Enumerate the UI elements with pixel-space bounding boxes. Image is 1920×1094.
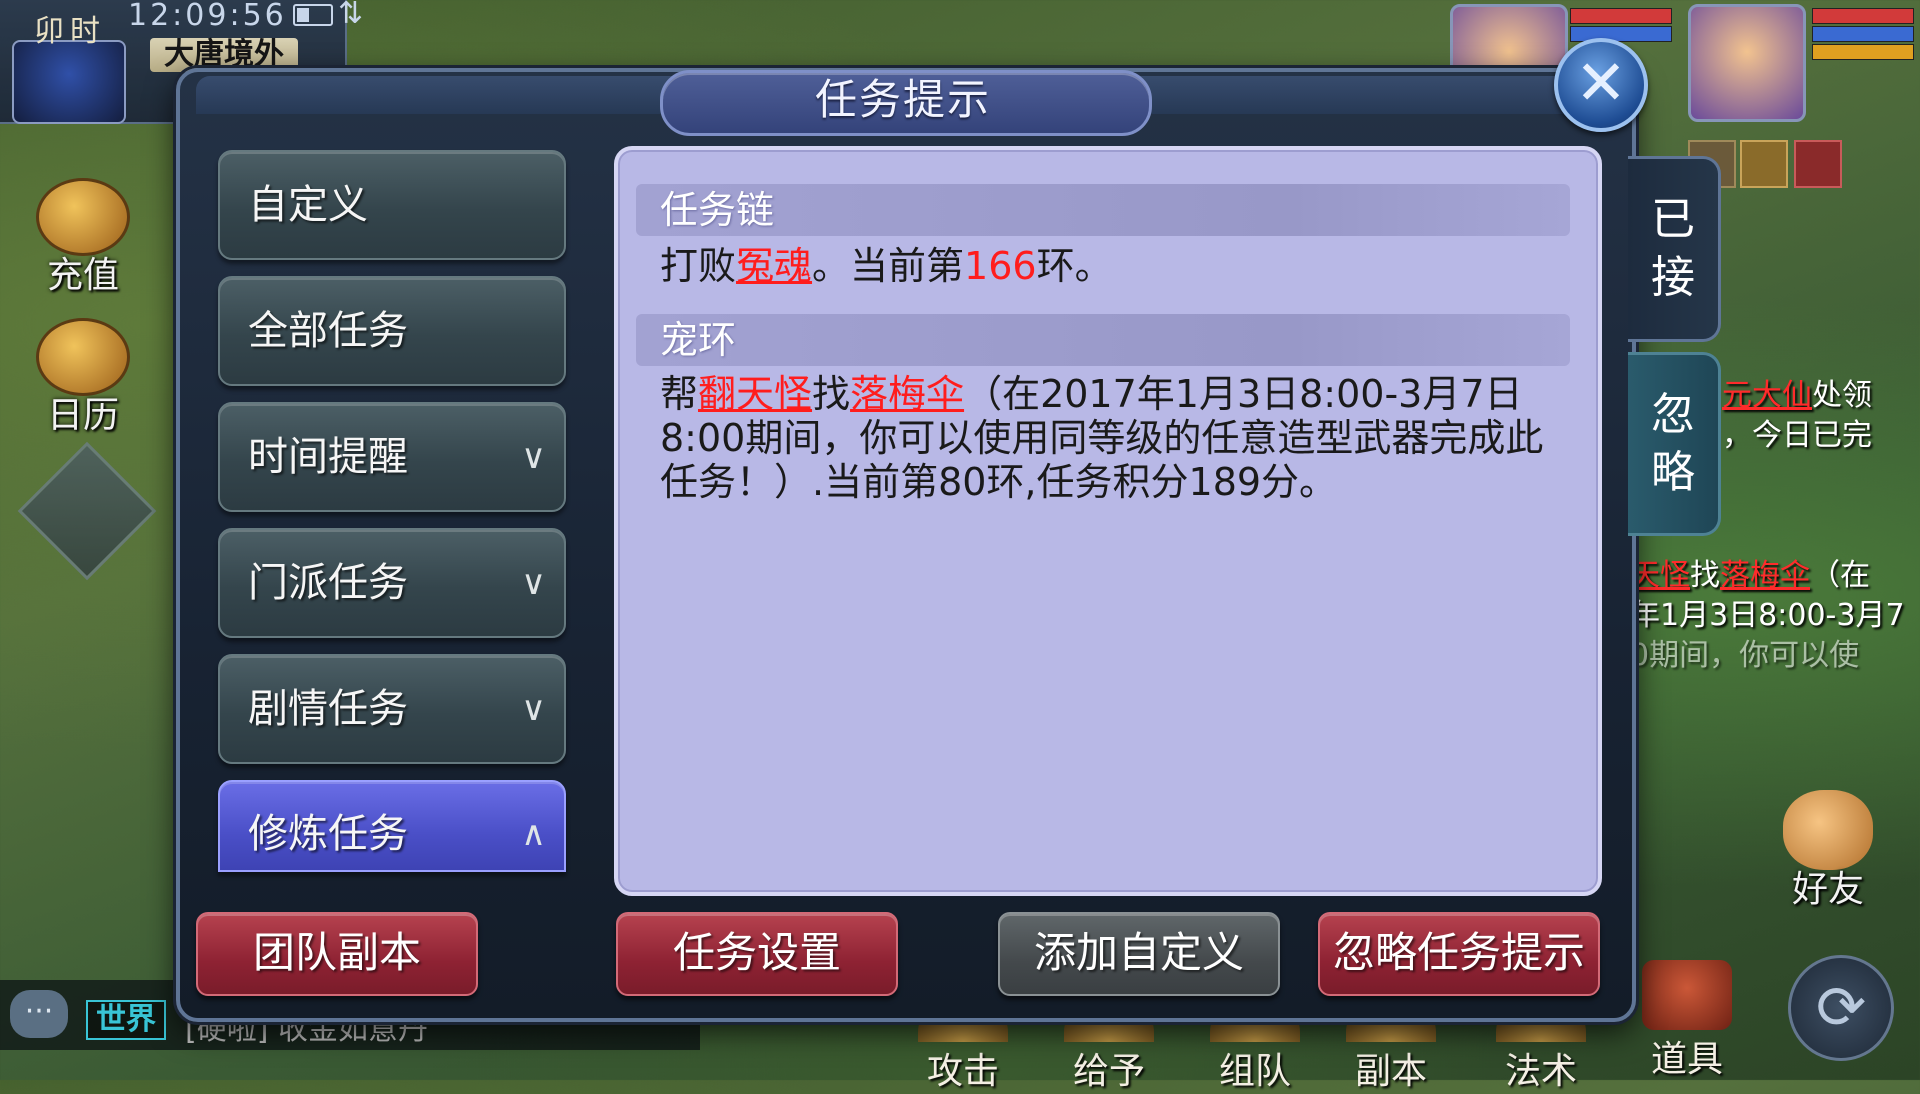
chat-bubble-icon[interactable]: ··· bbox=[10, 990, 68, 1038]
category-label: 修炼任务 bbox=[248, 811, 408, 857]
battery-icon bbox=[293, 4, 333, 26]
player-sp-bar bbox=[1812, 44, 1914, 60]
chevron-down-icon: ∨ bbox=[521, 437, 546, 477]
player-mp-bar bbox=[1812, 26, 1914, 42]
attack-label: 攻击 bbox=[926, 1051, 999, 1092]
category-label: 剧情任务 bbox=[248, 686, 408, 732]
chevron-down-icon: ∨ bbox=[521, 689, 546, 729]
tracker-line-1: 元大仙处领 bbox=[1722, 378, 1872, 413]
category-all-tasks[interactable]: 全部任务 bbox=[218, 276, 566, 386]
player-hp-bar bbox=[1812, 8, 1914, 24]
signal-icon: ⇅ bbox=[338, 0, 364, 31]
dungeon-label: 副本 bbox=[1354, 1051, 1427, 1092]
chevron-up-icon: ∧ bbox=[521, 814, 546, 854]
pet-ring-description[interactable]: 帮翻天怪找落梅伞（在2017年1月3日8:00-3月7日8:00期间，你可以使用… bbox=[660, 372, 1560, 504]
category-label: 门派任务 bbox=[248, 560, 408, 606]
calendar-label: 日历 bbox=[46, 395, 119, 436]
category-sect-tasks[interactable]: 门派任务 ∨ bbox=[218, 528, 566, 638]
calendar-dial-icon bbox=[36, 318, 130, 396]
team-label: 组队 bbox=[1218, 1051, 1291, 1092]
category-label: 时间提醒 bbox=[248, 434, 408, 480]
section-title: 任务链 bbox=[660, 188, 775, 232]
tracker-line-2: ，今日已完 bbox=[1722, 418, 1872, 453]
target-link: 冤魂 bbox=[736, 244, 813, 288]
recharge-label: 充值 bbox=[46, 255, 119, 296]
section-header-task-chain bbox=[636, 184, 1570, 236]
location-label[interactable]: 大唐境外 bbox=[150, 38, 298, 72]
close-icon[interactable]: ✕ bbox=[1554, 38, 1648, 132]
tracker-line-5: 0期间，你可以使 bbox=[1630, 638, 1860, 673]
category-custom[interactable]: 自定义 bbox=[218, 150, 566, 260]
joystick-icon[interactable] bbox=[17, 441, 157, 581]
shichen-label: 卯时 bbox=[34, 14, 106, 49]
skill-label: 法术 bbox=[1504, 1051, 1577, 1092]
npc-link: 翻天怪 bbox=[698, 372, 813, 416]
handshake-icon bbox=[1783, 790, 1873, 870]
player-portrait[interactable] bbox=[1688, 4, 1806, 122]
category-label: 自定义 bbox=[248, 182, 368, 228]
tab-label: 忽略 bbox=[1651, 389, 1695, 498]
chest-buff-icon[interactable] bbox=[1794, 140, 1842, 188]
ring-count: 166 bbox=[964, 244, 1037, 288]
category-time-reminder[interactable]: 时间提醒 ∨ bbox=[218, 402, 566, 512]
clock-time: 12:09:56 bbox=[128, 0, 287, 33]
friends-button[interactable]: 好友 bbox=[1768, 790, 1888, 920]
treasure-chest-icon bbox=[1642, 960, 1732, 1030]
tab-ignored[interactable]: 忽略 bbox=[1628, 352, 1721, 536]
task-chain-description[interactable]: 打败冤魂。当前第166环。 bbox=[660, 244, 1560, 288]
inventory-button[interactable]: 道具 bbox=[1632, 960, 1742, 1082]
coin-chest-icon bbox=[36, 178, 130, 256]
task-settings-button[interactable]: 任务设置 bbox=[616, 912, 898, 996]
give-label: 给予 bbox=[1072, 1051, 1145, 1092]
team-dungeon-button[interactable]: 团队副本 bbox=[196, 912, 478, 996]
section-header-pet-ring bbox=[636, 314, 1570, 366]
chevron-down-icon: ∨ bbox=[521, 563, 546, 603]
pet-hp-bar bbox=[1570, 8, 1672, 24]
recharge-button[interactable]: 充值 bbox=[28, 178, 138, 298]
add-custom-button[interactable]: 添加自定义 bbox=[998, 912, 1280, 996]
category-label: 全部任务 bbox=[248, 308, 408, 354]
dialog-title: 任务提示 bbox=[814, 75, 991, 124]
refresh-icon[interactable]: ⟳ bbox=[1788, 955, 1894, 1061]
section-title: 宠环 bbox=[660, 318, 737, 362]
calendar-button[interactable]: 日历 bbox=[28, 318, 138, 438]
tab-label: 已接 bbox=[1651, 194, 1695, 303]
tracker-line-3: 天怪找落梅伞（在 bbox=[1630, 558, 1870, 593]
inventory-label: 道具 bbox=[1650, 1039, 1723, 1080]
friends-label: 好友 bbox=[1791, 869, 1864, 910]
minimap-avatar[interactable] bbox=[12, 40, 126, 124]
tracker-line-4: 年1月3日8:00-3月7 bbox=[1630, 598, 1905, 633]
category-cultivation-tasks[interactable]: 修炼任务 ∧ bbox=[218, 780, 566, 872]
tab-accepted[interactable]: 已接 bbox=[1628, 156, 1721, 342]
ignore-task-hint-button[interactable]: 忽略任务提示 bbox=[1318, 912, 1600, 996]
item-link: 落梅伞 bbox=[850, 372, 965, 416]
gold-buff-icon[interactable] bbox=[1740, 140, 1788, 188]
category-story-tasks[interactable]: 剧情任务 ∨ bbox=[218, 654, 566, 764]
chat-channel-badge[interactable]: 世界 bbox=[86, 1000, 166, 1040]
